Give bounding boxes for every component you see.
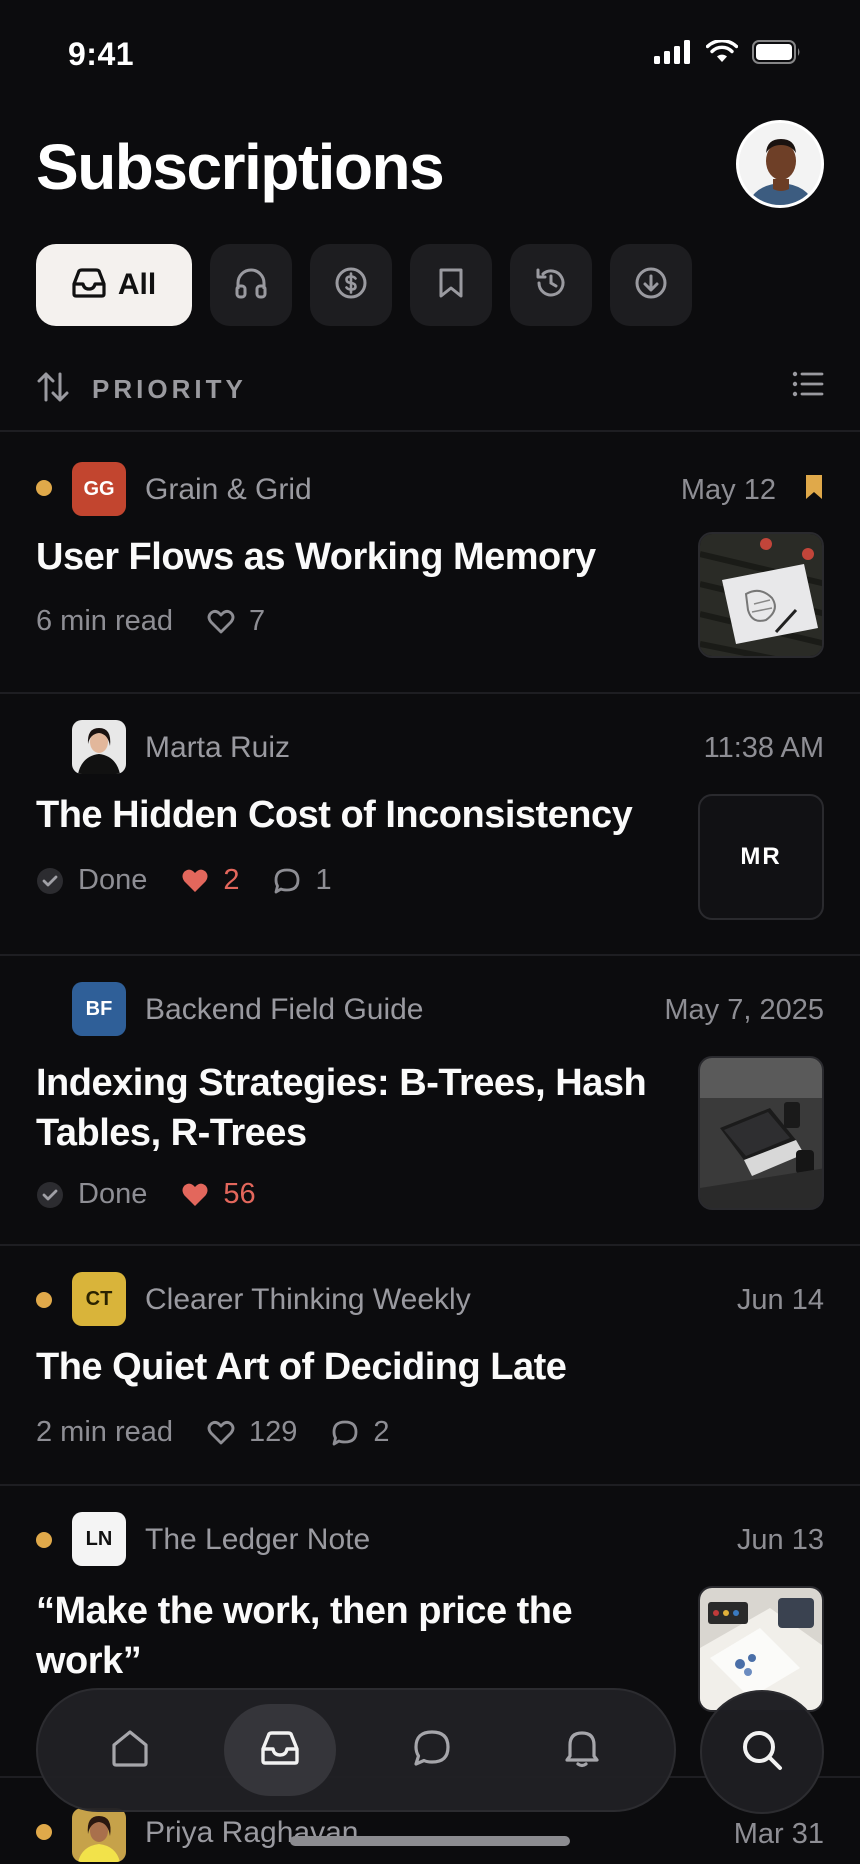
sort-row[interactable]: PRIORITY: [36, 364, 824, 420]
sort-arrows-icon: [36, 370, 70, 409]
tab-inbox[interactable]: [224, 1704, 336, 1796]
item-date: Mar 31: [733, 1818, 824, 1850]
list-view-icon[interactable]: [792, 370, 824, 403]
item-title: User Flows as Working Memory: [36, 536, 596, 578]
like-count: 56: [223, 1178, 256, 1210]
home-icon: [110, 1729, 150, 1772]
publication-name: The Ledger Note: [145, 1523, 371, 1556]
check-circle-icon: [36, 867, 64, 895]
list-item[interactable]: Marta Ruiz 11:38 AM The Hidden Cost of I…: [0, 694, 860, 954]
like-count: 7: [249, 605, 266, 637]
heart-filled-icon[interactable]: [181, 868, 209, 894]
heart-filled-icon[interactable]: [181, 1182, 209, 1208]
item-date: Jun 13: [736, 1524, 824, 1556]
status-bar: 9:41: [0, 0, 860, 100]
search-icon: [740, 1728, 784, 1777]
tab-chat[interactable]: [376, 1704, 488, 1796]
unread-dot: [36, 1532, 52, 1548]
bell-icon: [564, 1728, 600, 1773]
read-time: 6 min read: [36, 605, 174, 637]
item-date: May 12: [680, 474, 776, 506]
heart-outline-icon[interactable]: [207, 1420, 235, 1446]
tab-home[interactable]: [74, 1704, 186, 1796]
sort-label: PRIORITY: [92, 374, 247, 404]
like-count: 2: [223, 864, 240, 896]
publication-name: Clearer Thinking Weekly: [145, 1283, 471, 1316]
author-name: Marta Ruiz: [145, 731, 291, 764]
author-avatar: [72, 1808, 126, 1862]
publication-name: Backend Field Guide: [145, 993, 424, 1026]
signal-icon: [654, 40, 692, 69]
unread-dot: [36, 1824, 52, 1840]
filter-chip-all[interactable]: All: [36, 244, 192, 326]
wifi-icon: [705, 39, 739, 69]
item-date: Jun 14: [736, 1284, 824, 1316]
item-meta: 2 min read 129 2: [36, 1416, 390, 1449]
filter-row: All: [36, 244, 692, 326]
search-button[interactable]: [700, 1690, 824, 1814]
filter-chip-audio[interactable]: [210, 244, 292, 326]
header: Subscriptions: [36, 120, 824, 220]
bookmark-icon: [438, 267, 464, 304]
item-title-line-1: Indexing Strategies: B-Trees, Hash: [36, 1062, 647, 1104]
home-indicator: [290, 1836, 570, 1846]
publication-name: Grain & Grid: [145, 473, 312, 506]
headphones-icon: [234, 267, 268, 304]
comment-count: 2: [373, 1416, 390, 1448]
publication-logo: LN: [72, 1512, 126, 1566]
item-meta: Done 2 1: [36, 864, 332, 897]
thumbnail: [698, 532, 824, 658]
check-circle-icon: [36, 1181, 64, 1209]
status-label: Done: [78, 1178, 148, 1210]
filter-chip-all-label: All: [117, 268, 157, 301]
publication-logo: GG: [72, 462, 126, 516]
item-title: The Quiet Art of Deciding Late: [36, 1346, 567, 1388]
list-item[interactable]: CT Clearer Thinking Weekly Jun 14 The Qu…: [0, 1246, 860, 1484]
item-meta: Done 56: [36, 1178, 256, 1211]
unread-dot: [36, 1292, 52, 1308]
page-title: Subscriptions: [36, 131, 445, 203]
like-count: 129: [249, 1416, 298, 1448]
bookmark-filled-icon[interactable]: [804, 474, 824, 505]
item-title-line-2: work”: [36, 1640, 142, 1682]
chat-icon: [413, 1729, 451, 1772]
battery-icon: [752, 40, 802, 69]
read-time: 2 min read: [36, 1416, 174, 1448]
inbox-icon: [72, 267, 106, 303]
comment-icon[interactable]: [273, 867, 301, 895]
avatar[interactable]: [736, 120, 824, 208]
item-title-line-2: Tables, R-Trees: [36, 1112, 307, 1154]
item-meta: 6 min read 7: [36, 605, 265, 638]
download-circle-icon: [634, 266, 668, 305]
list-item[interactable]: BF Backend Field Guide May 7, 2025 Index…: [0, 956, 860, 1244]
list-item[interactable]: GG Grain & Grid May 12 User Flows as Wor…: [0, 432, 860, 692]
unread-dot: [36, 480, 52, 496]
publication-logo: BF: [72, 982, 126, 1036]
item-date: 11:38 AM: [703, 732, 824, 764]
status-icons: [654, 39, 802, 69]
inbox-icon: [260, 1730, 300, 1771]
item-date: May 7, 2025: [664, 994, 824, 1026]
tab-notifications[interactable]: [526, 1704, 638, 1796]
filter-chip-downloads[interactable]: [610, 244, 692, 326]
filter-chip-saved[interactable]: [410, 244, 492, 326]
comment-count: 1: [315, 864, 332, 896]
author-avatar: [72, 720, 126, 774]
dollar-circle-icon: [334, 266, 368, 305]
item-title: The Hidden Cost of Inconsistency: [36, 794, 633, 836]
thumbnail: [698, 1056, 824, 1210]
filter-chip-history[interactable]: [510, 244, 592, 326]
tab-bar: [36, 1688, 676, 1812]
status-time: 9:41: [68, 36, 135, 72]
thumbnail-initials: MR: [698, 794, 824, 920]
comment-icon[interactable]: [331, 1419, 359, 1447]
status-label: Done: [78, 864, 148, 896]
history-icon: [534, 266, 568, 305]
filter-chip-paid[interactable]: [310, 244, 392, 326]
publication-logo: CT: [72, 1272, 126, 1326]
item-title-line-1: “Make the work, then price the: [36, 1590, 573, 1632]
heart-outline-icon[interactable]: [207, 609, 235, 635]
